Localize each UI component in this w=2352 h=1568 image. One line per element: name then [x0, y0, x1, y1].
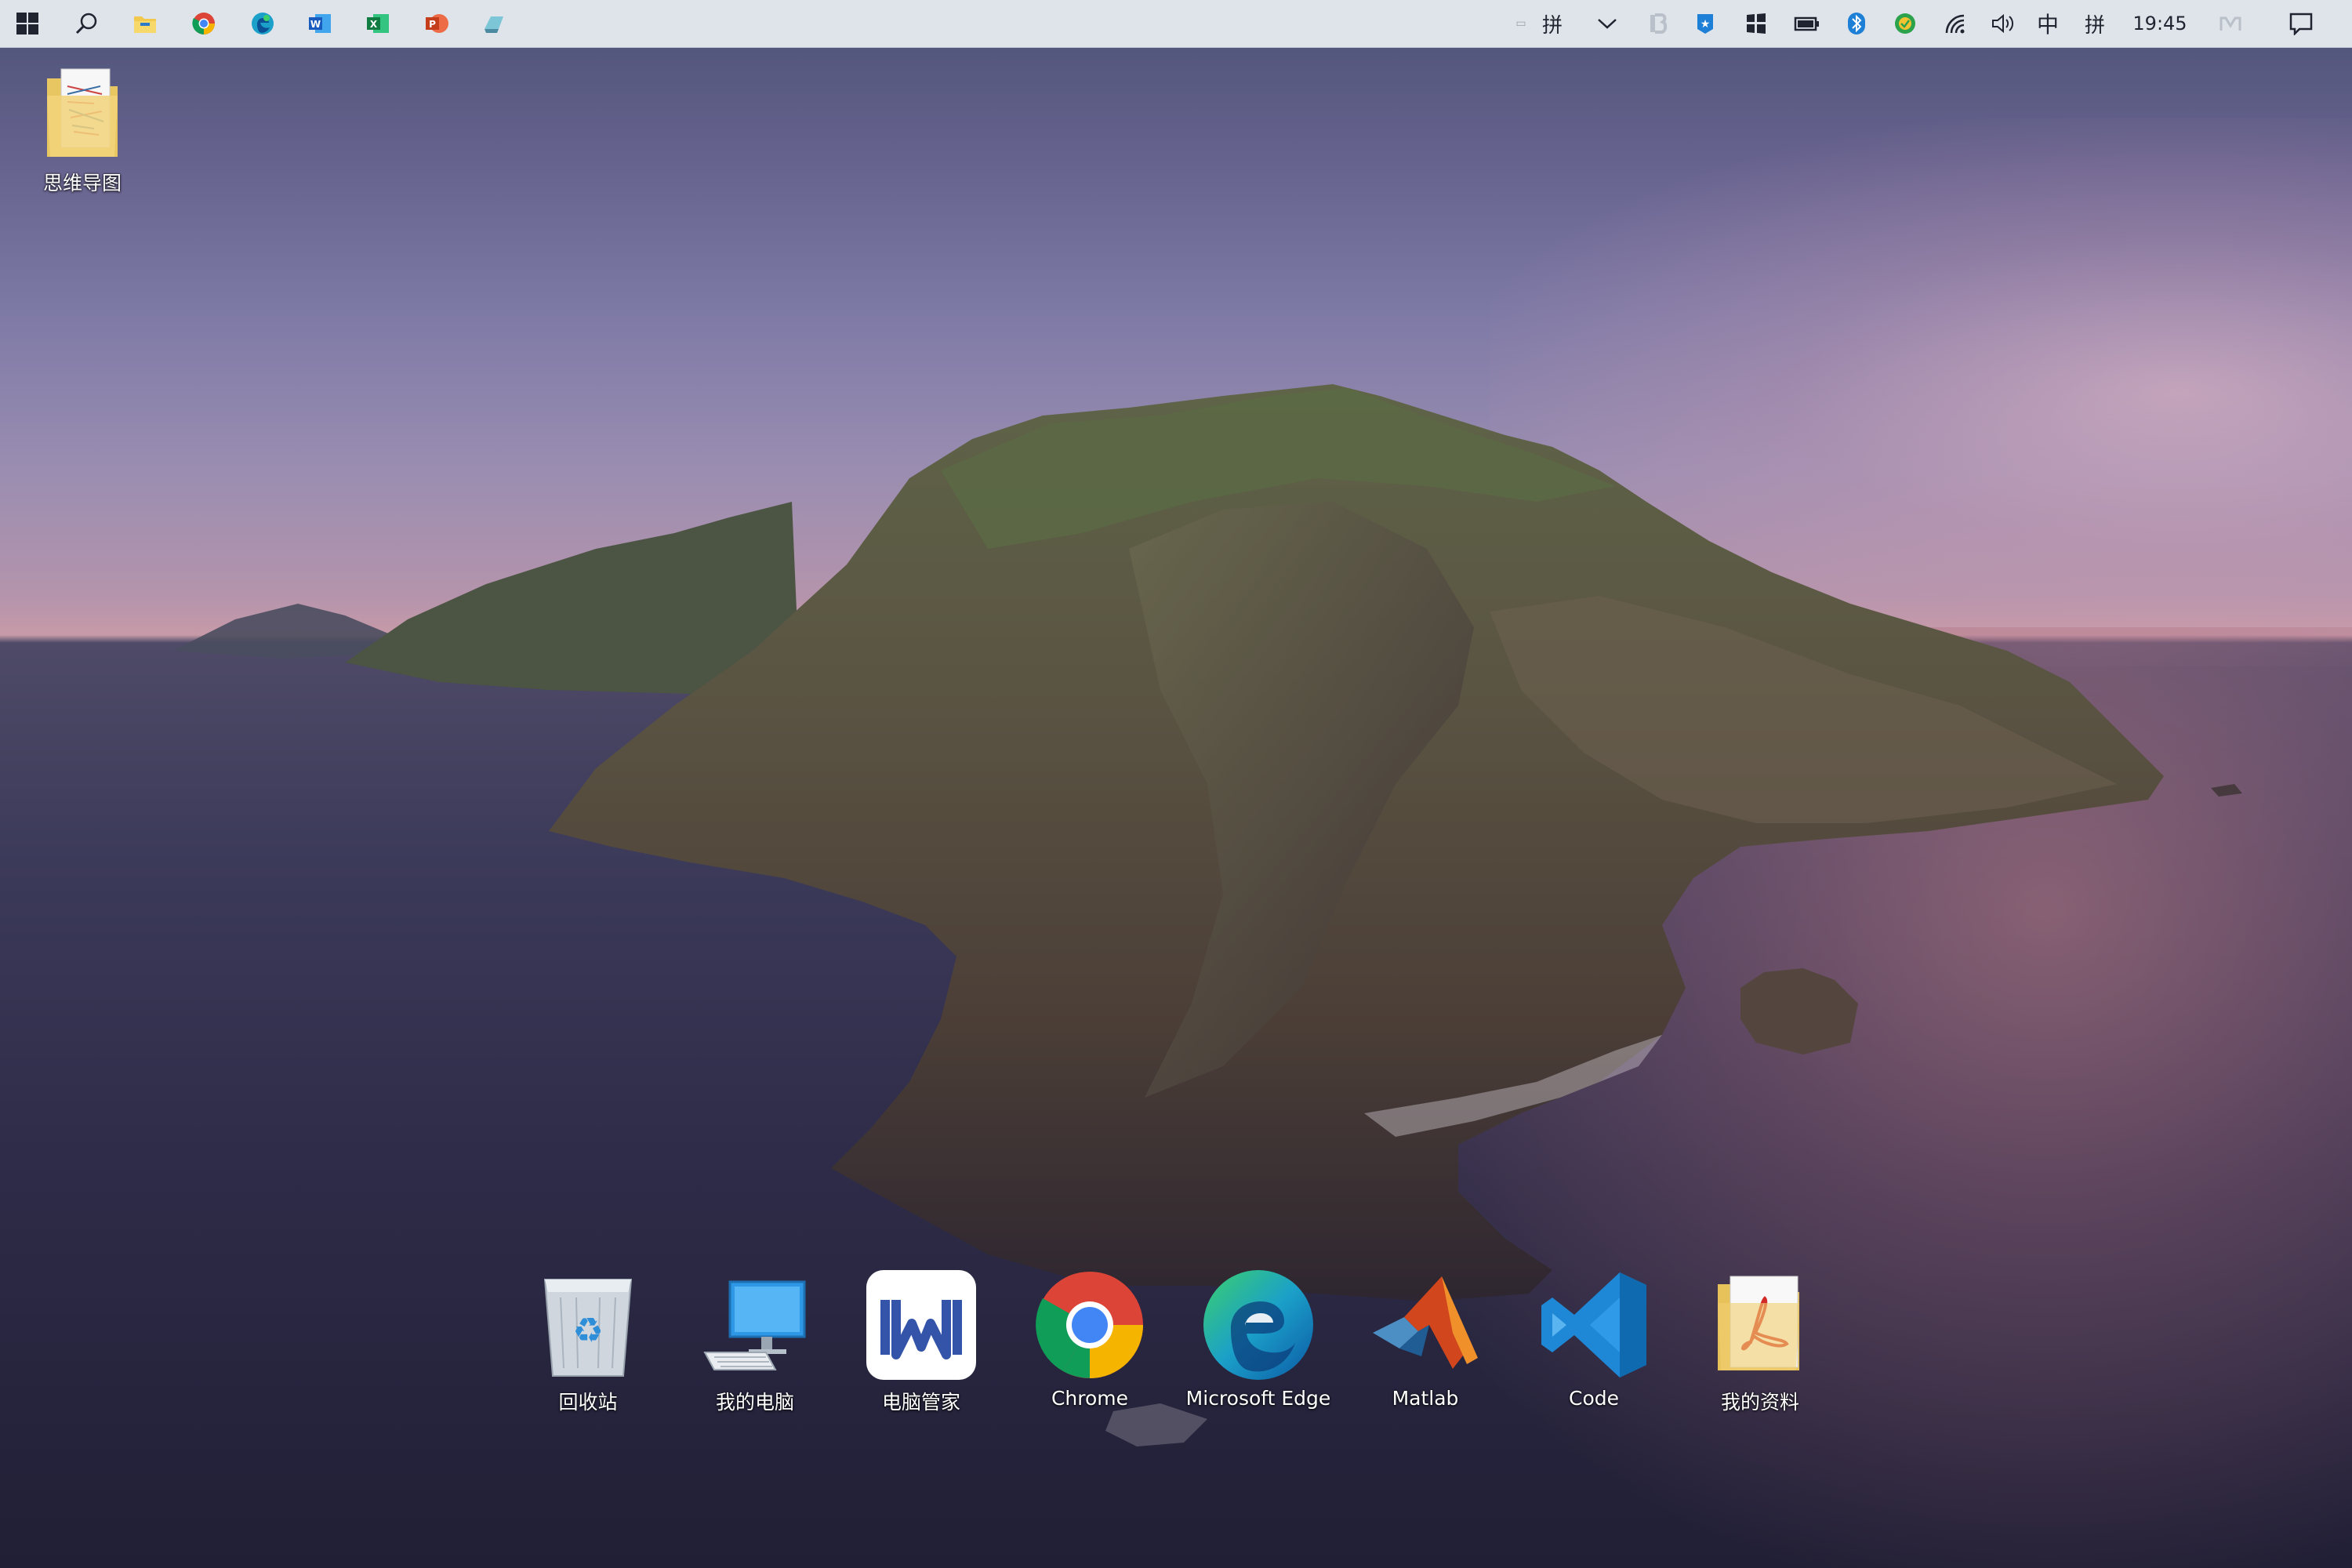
tray-app-faded[interactable]	[2211, 0, 2250, 47]
excel-icon: X	[367, 14, 389, 33]
dock-label: Microsoft Edge	[1185, 1387, 1331, 1410]
tray-overflow-button[interactable]	[1588, 0, 1627, 47]
battery-icon	[1794, 16, 1819, 31]
taskbar-chrome[interactable]	[180, 0, 227, 47]
powerpoint-icon: P	[426, 14, 448, 33]
tray-ime-small-icon[interactable]: ▭	[1509, 0, 1533, 47]
star-badge-icon: ★	[1697, 14, 1713, 34]
tray-bluetooth[interactable]	[1837, 0, 1876, 47]
taskbar-word[interactable]: W	[296, 0, 343, 47]
desktop-icon-chrome[interactable]: Chrome	[1007, 1266, 1172, 1410]
windows-logo-icon	[16, 13, 38, 34]
dock-label: Code	[1568, 1387, 1619, 1410]
desktop-icon-vscode[interactable]: Code	[1512, 1266, 1676, 1410]
svg-text:X: X	[370, 19, 378, 30]
app-icon	[485, 16, 503, 33]
edge-icon	[252, 13, 274, 34]
vscode-icon	[1541, 1272, 1646, 1377]
desktop-icon-pc-manager[interactable]: 电脑管家	[839, 1266, 1004, 1415]
tray-ime-pinyin-2[interactable]: 拼	[2075, 0, 2114, 47]
dock-label: 我的资料	[1720, 1391, 1799, 1414]
tray-wifi[interactable]	[1936, 0, 1976, 47]
search-button[interactable]	[63, 0, 110, 47]
tray-app-b[interactable]	[1639, 0, 1678, 47]
tray-app-green[interactable]	[1886, 0, 1925, 47]
grid-app-icon	[1747, 13, 1766, 34]
notification-icon	[2289, 13, 2313, 35]
tray-volume[interactable]	[1984, 0, 2023, 47]
bluetooth-icon	[1848, 13, 1865, 34]
desktop-icon-mindmap[interactable]: 思维导图	[4, 63, 161, 196]
chevron-down-icon	[1598, 19, 1617, 29]
dock-label: Chrome	[1051, 1387, 1129, 1410]
tray-app-star[interactable]: ★	[1686, 0, 1725, 47]
taskbar: W X P ▭ 拼 ★ 中 拼 19:45	[0, 0, 2352, 48]
tray-app-windows[interactable]	[1737, 0, 1776, 47]
matlab-icon	[1373, 1276, 1478, 1369]
recycle-bin-icon: ♻	[543, 1279, 633, 1377]
desktop-icon-recycle-bin[interactable]: ♻ 回收站	[506, 1266, 670, 1415]
taskbar-powerpoint[interactable]: P	[413, 0, 460, 47]
computer-icon	[703, 1280, 806, 1370]
taskbar-edge[interactable]	[239, 0, 286, 47]
dock-label: 回收站	[558, 1391, 618, 1414]
edge-icon	[1203, 1270, 1313, 1380]
word-icon: W	[309, 14, 331, 33]
desktop-icon-edge[interactable]: Microsoft Edge	[1176, 1266, 1341, 1410]
b-logo-icon	[1650, 13, 1668, 34]
chrome-icon	[192, 13, 215, 34]
desktop-icon-my-documents[interactable]: 我的资料	[1678, 1266, 1842, 1415]
pdf-folder-icon	[1718, 1276, 1799, 1370]
folder-icon	[47, 68, 118, 157]
svg-text:★: ★	[1700, 18, 1711, 31]
faded-app-icon	[2220, 16, 2241, 31]
tray-clock[interactable]: 19:45	[2117, 0, 2203, 47]
dock-label: Matlab	[1392, 1387, 1459, 1410]
chrome-icon	[1036, 1272, 1143, 1378]
svg-text:W: W	[310, 19, 321, 30]
volume-icon	[1992, 13, 2014, 34]
tray-ime-lang[interactable]: 中	[2028, 0, 2067, 47]
desktop[interactable]: 思维导图 ♻ 回收站 我的电脑 电脑管家 Chrome Microsoft Ed…	[0, 0, 2352, 1568]
action-center-button[interactable]	[2278, 0, 2325, 47]
file-explorer-icon	[134, 16, 156, 33]
desktop-icon-matlab[interactable]: Matlab	[1343, 1266, 1508, 1410]
start-button[interactable]	[4, 0, 51, 47]
taskbar-app[interactable]	[470, 0, 517, 47]
desktop-icon-my-computer[interactable]: 我的电脑	[673, 1266, 837, 1415]
dock-label: 电脑管家	[881, 1391, 960, 1414]
pc-manager-icon	[866, 1270, 976, 1380]
shield-app-icon	[1895, 13, 1915, 34]
search-icon	[75, 13, 97, 34]
svg-text:♻: ♻	[572, 1311, 603, 1351]
dock-label: 我的电脑	[715, 1391, 794, 1414]
tray-battery[interactable]	[1788, 0, 1827, 47]
tray-ime-pinyin-1[interactable]: 拼	[1533, 0, 1572, 47]
taskbar-excel[interactable]: X	[354, 0, 401, 47]
taskbar-file-explorer[interactable]	[122, 0, 169, 47]
wifi-icon	[1945, 14, 1965, 34]
svg-text:P: P	[429, 19, 436, 30]
desktop-icon-label: 思维导图	[42, 172, 122, 194]
